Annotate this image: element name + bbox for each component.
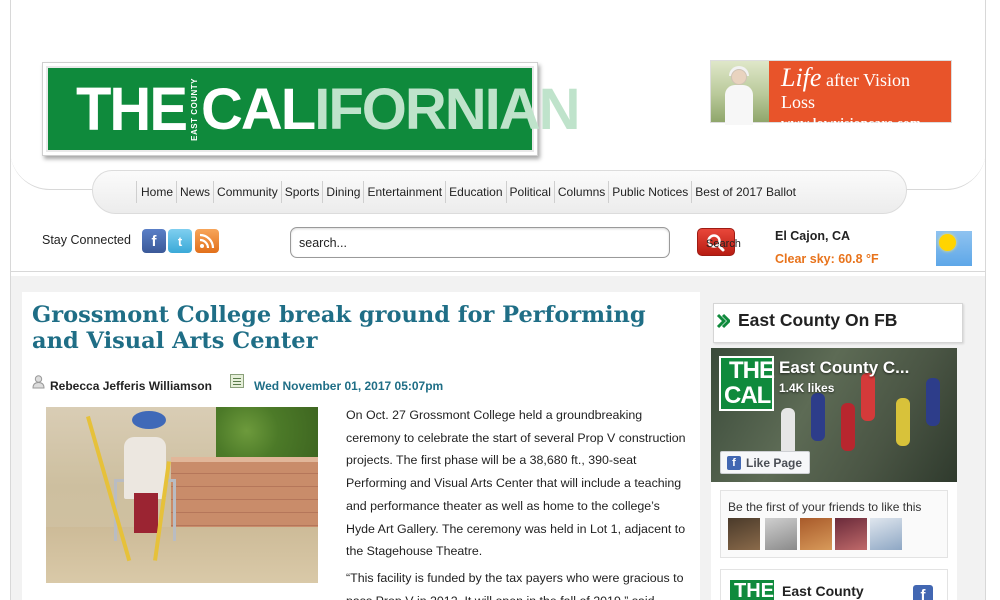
nav-item-sports[interactable]: Sports	[280, 181, 323, 203]
article-photo[interactable]	[46, 407, 318, 583]
friend-avatar[interactable]	[765, 518, 797, 550]
facebook-page-card-logo[interactable]: THE	[730, 580, 774, 600]
ad-title: Life after Vision Loss	[781, 63, 911, 113]
facebook-friends-text: Be the first of your friends to like thi…	[728, 500, 922, 514]
nav-item-public-notices[interactable]: Public Notices	[608, 181, 691, 203]
weather-location: El Cajon, CA	[775, 229, 851, 243]
author-icon	[32, 375, 45, 389]
calendar-icon	[230, 374, 244, 388]
friend-avatar[interactable]	[800, 518, 832, 550]
site-logo-banner: THE EAST COUNTY CAL IFORNIAN	[46, 66, 581, 152]
friend-avatar[interactable]	[728, 518, 760, 550]
logo-word-east-county: EAST COUNTY	[190, 77, 199, 141]
nav-item-dining[interactable]: Dining	[322, 181, 363, 203]
ad-url: www.lowvisioncare.com	[781, 116, 922, 130]
nav-item-entertainment[interactable]: Entertainment	[363, 181, 445, 203]
facebook-page-card-name[interactable]: East County	[782, 583, 864, 599]
article-paragraph: “This facility is funded by the tax paye…	[346, 570, 684, 600]
rss-icon[interactable]	[195, 229, 219, 253]
nav-item-news[interactable]: News	[176, 181, 213, 203]
like-page-label: Like Page	[746, 455, 803, 470]
nav-item-best-of-ballot[interactable]: Best of 2017 Ballot	[691, 181, 799, 203]
facebook-like-button[interactable]: f Like Page	[720, 451, 810, 474]
friend-avatar[interactable]	[835, 518, 867, 550]
logo-word-the: THE	[76, 74, 188, 144]
facebook-icon: f	[727, 455, 741, 470]
sidebar-title: East County On FB	[738, 310, 898, 330]
article-date: Wed November 01, 2017 05:07pm	[254, 379, 444, 393]
nav-item-education[interactable]: Education	[445, 181, 505, 203]
facebook-like-count: 1.4K likes	[779, 381, 835, 395]
friend-avatar[interactable]	[870, 518, 902, 550]
logo-word-ifornian: IFORNIAN	[314, 76, 580, 142]
stay-connected-label: Stay Connected	[42, 233, 131, 247]
article-headline[interactable]: Grossmont College break ground for Perfo…	[32, 302, 692, 354]
weather-condition: Clear sky: 60.8 °F	[775, 252, 879, 266]
nav-item-home[interactable]: Home	[136, 181, 176, 203]
search-button-label: Search	[706, 238, 741, 250]
twitter-icon[interactable]: t	[168, 229, 192, 253]
nav-item-community[interactable]: Community	[213, 181, 281, 203]
nav-item-columns[interactable]: Columns	[553, 181, 608, 203]
ad-photo	[711, 61, 769, 125]
article-paragraph: On Oct. 27 Grossmont College held a grou…	[346, 408, 686, 559]
article-author: Rebecca Jefferis Williamson	[50, 379, 212, 393]
chevron-right-icon	[716, 313, 730, 329]
nav-item-political[interactable]: Political	[505, 181, 554, 203]
facebook-icon[interactable]: f	[142, 229, 166, 253]
logo-word-cal: CAL	[201, 76, 316, 142]
advertisement-banner[interactable]: Life after Vision Loss www.lowvisioncare…	[710, 60, 952, 130]
ad-text-block: Life after Vision Loss www.lowvisioncare…	[769, 61, 951, 130]
main-navigation: Home News Community Sports Dining Entert…	[136, 181, 799, 203]
facebook-page-name[interactable]: East County C...	[779, 358, 909, 378]
search-input[interactable]	[290, 227, 670, 258]
facebook-icon[interactable]: f	[913, 585, 933, 600]
sun-icon	[936, 231, 972, 266]
facebook-page-logo[interactable]: THE CAL	[719, 356, 775, 411]
site-logo[interactable]: THE EAST COUNTY CAL IFORNIAN	[42, 62, 581, 156]
article-body: On Oct. 27 Grossmont College held a grou…	[346, 404, 686, 600]
